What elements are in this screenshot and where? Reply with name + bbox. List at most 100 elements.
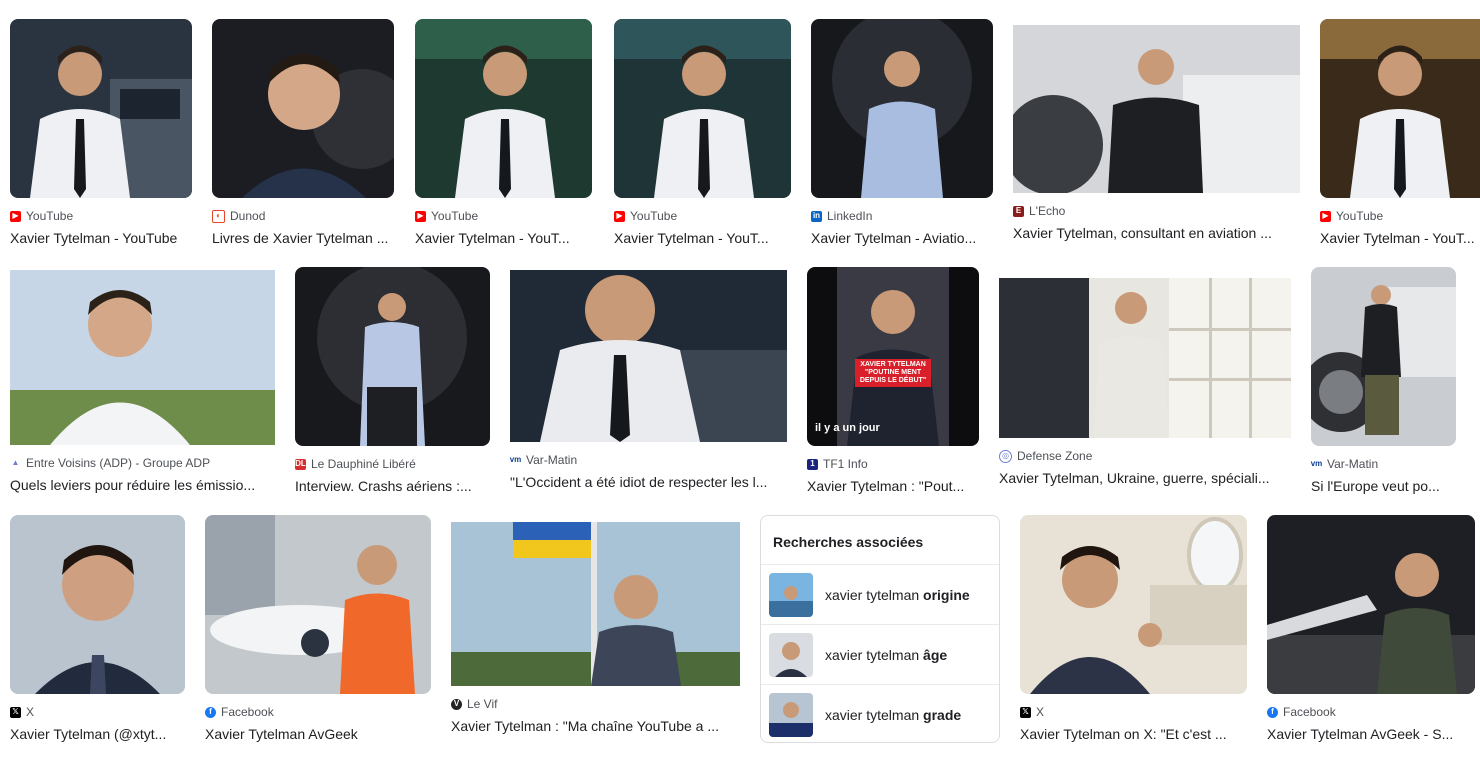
result-title[interactable]: Xavier Tytelman, consultant en aviation …	[1013, 224, 1300, 242]
levif-icon: V	[451, 698, 462, 710]
result-source: YouTube	[26, 209, 74, 223]
result-card[interactable]: in LinkedIn Xavier Tytelman - Aviatio...	[811, 19, 993, 247]
related-thumbnail	[769, 632, 813, 677]
result-title[interactable]: Xavier Tytelman (@xtyt...	[10, 725, 185, 743]
result-source: Entre Voisins (ADP) - Groupe ADP	[26, 456, 211, 470]
result-card[interactable]: XAVIER TYTELMAN "POUTINE MENT DEPUIS LE …	[807, 267, 979, 495]
result-title[interactable]: Xavier Tytelman - YouT...	[1320, 229, 1480, 247]
facebook-icon: f	[1267, 706, 1278, 718]
related-search-item[interactable]: xavier tytelman grade	[761, 684, 999, 744]
result-source: L'Echo	[1029, 204, 1066, 218]
youtube-icon: ▶	[10, 210, 21, 222]
result-title[interactable]: Xavier Tytelman on X: "Et c'est ...	[1020, 725, 1247, 743]
result-image[interactable]	[1311, 267, 1456, 446]
dauphine-icon: DL	[295, 458, 306, 470]
result-image[interactable]	[811, 19, 993, 198]
youtube-icon: ▶	[1320, 210, 1331, 222]
result-image[interactable]	[10, 19, 192, 198]
result-source: LinkedIn	[827, 209, 873, 223]
result-source: YouTube	[1336, 209, 1384, 223]
result-title[interactable]: Xavier Tytelman AvGeek	[205, 725, 431, 743]
result-card[interactable]: ◐ Dunod Livres de Xavier Tytelman ...	[212, 19, 394, 247]
result-card[interactable]: f Facebook Xavier Tytelman AvGeek - S...	[1267, 515, 1475, 743]
related-term: grade	[923, 706, 962, 723]
related-search-item[interactable]: xavier tytelman âge	[761, 624, 999, 684]
youtube-icon: ▶	[614, 210, 625, 222]
lecho-icon: E	[1013, 205, 1024, 217]
result-image[interactable]	[1320, 19, 1480, 198]
result-source: X	[26, 705, 35, 719]
result-title[interactable]: Xavier Tytelman : "Ma chaîne YouTube a .…	[451, 717, 740, 735]
result-image[interactable]	[295, 267, 490, 446]
linkedin-icon: in	[811, 210, 822, 222]
result-image[interactable]	[1267, 515, 1475, 694]
result-source: Dunod	[230, 209, 266, 223]
result-card[interactable]: DL Le Dauphiné Libéré Interview. Crashs a…	[295, 267, 490, 495]
youtube-icon: ▶	[415, 210, 426, 222]
result-source: Le Dauphiné Libéré	[311, 457, 416, 471]
related-search-text[interactable]: xavier tytelman âge	[825, 647, 947, 663]
result-card[interactable]: 𝕏X Xavier Tytelman on X: "Et c'est ...	[1020, 515, 1247, 743]
related-searches-title: Recherches associées	[773, 534, 924, 550]
defense-zone-icon: ◎	[999, 449, 1012, 463]
result-image[interactable]	[510, 270, 787, 442]
thumbnail-caption: XAVIER TYTELMAN "POUTINE MENT DEPUIS LE …	[855, 361, 931, 385]
result-card[interactable]: ▲ Entre Voisins (ADP) - Groupe ADP Quels …	[10, 270, 275, 494]
varmatin-icon: vm	[1310, 458, 1323, 470]
related-thumbnail	[769, 572, 813, 617]
result-source: Var-Matin	[526, 453, 578, 467]
result-title[interactable]: Xavier Tytelman AvGeek - S...	[1267, 725, 1475, 743]
result-title[interactable]: Xavier Tytelman - YouT...	[614, 229, 791, 247]
result-image[interactable]	[10, 270, 275, 445]
result-image[interactable]	[614, 19, 791, 198]
related-term: âge	[923, 646, 948, 663]
result-title[interactable]: Xavier Tytelman - YouT...	[415, 229, 592, 247]
result-image[interactable]	[415, 19, 592, 198]
result-title[interactable]: Quels leviers pour réduire les émissio..…	[10, 476, 275, 494]
caption-line: DEPUIS LE DÉBUT"	[859, 377, 927, 384]
related-prefix: xavier tytelman	[825, 646, 924, 663]
result-card[interactable]: 𝕏X Xavier Tytelman (@xtyt...	[10, 515, 185, 743]
result-card[interactable]: vm Var-Matin Si l'Europe veut po...	[1311, 267, 1456, 495]
result-image[interactable]: XAVIER TYTELMAN "POUTINE MENT DEPUIS LE …	[807, 267, 979, 446]
result-title[interactable]: Interview. Crashs aériens :...	[295, 477, 490, 495]
result-source: Le Vif	[467, 697, 498, 711]
related-search-text[interactable]: xavier tytelman grade	[825, 707, 961, 723]
result-title[interactable]: Livres de Xavier Tytelman ...	[212, 229, 394, 247]
result-card[interactable]: f Facebook Xavier Tytelman AvGeek	[205, 515, 431, 743]
tf1-icon: 1	[807, 458, 818, 470]
result-card[interactable]: ▶ YouTube Xavier Tytelman - YouT...	[614, 19, 791, 247]
result-title[interactable]: "L'Occident a été idiot de respecter les…	[510, 473, 787, 491]
result-title[interactable]: Si l'Europe veut po...	[1311, 477, 1456, 495]
result-title[interactable]: Xavier Tytelman - Aviatio...	[811, 229, 993, 247]
caption-line: XAVIER TYTELMAN	[860, 361, 926, 368]
x-icon: 𝕏	[1020, 706, 1031, 718]
adp-icon: ▲	[10, 457, 21, 469]
result-image[interactable]	[1013, 25, 1300, 193]
caption-line: "POUTINE MENT	[864, 369, 922, 376]
x-icon: 𝕏	[10, 706, 21, 718]
result-title[interactable]: Xavier Tytelman : "Pout...	[807, 477, 979, 495]
related-search-text[interactable]: xavier tytelman origine	[825, 587, 970, 603]
result-source: YouTube	[431, 209, 479, 223]
result-title[interactable]: Xavier Tytelman, Ukraine, guerre, spécia…	[999, 469, 1291, 487]
result-card[interactable]: ▶ YouTube Xavier Tytelman - YouT...	[1320, 19, 1480, 247]
facebook-icon: f	[205, 706, 216, 718]
result-image[interactable]	[451, 522, 740, 686]
dunod-icon: ◐	[212, 209, 225, 223]
result-card[interactable]: V Le Vif Xavier Tytelman : "Ma chaîne You…	[451, 522, 740, 735]
result-image[interactable]	[1020, 515, 1247, 694]
result-source: YouTube	[630, 209, 678, 223]
result-card[interactable]: vm Var-Matin "L'Occident a été idiot de r…	[510, 270, 787, 491]
result-card[interactable]: E L'Echo Xavier Tytelman, consultant en a…	[1013, 25, 1300, 242]
result-title[interactable]: Xavier Tytelman - YouTube	[10, 229, 192, 247]
result-card[interactable]: ▶ YouTube Xavier Tytelman - YouTube	[10, 19, 192, 247]
result-image[interactable]	[205, 515, 431, 694]
result-image[interactable]	[212, 19, 394, 198]
result-card[interactable]: ◎ Defense Zone Xavier Tytelman, Ukraine, …	[999, 278, 1291, 487]
result-image[interactable]	[10, 515, 185, 694]
related-term: origine	[923, 586, 970, 603]
result-image[interactable]	[999, 278, 1291, 438]
related-search-item[interactable]: xavier tytelman origine	[761, 564, 999, 624]
result-card[interactable]: ▶ YouTube Xavier Tytelman - YouT...	[415, 19, 592, 247]
